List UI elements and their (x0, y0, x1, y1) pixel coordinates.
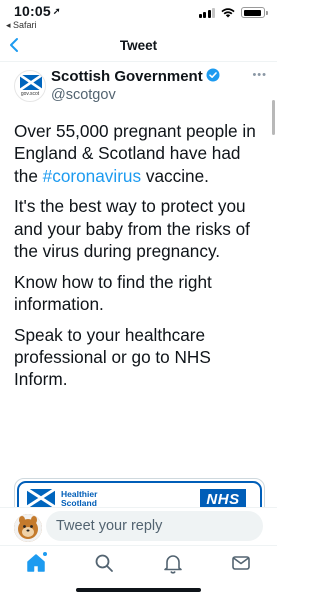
tweet-paragraph: It's the best way to protect you and you… (14, 196, 250, 261)
avatar-caption: gov.scot (20, 91, 40, 97)
author-handle[interactable]: @scotgov (51, 87, 116, 103)
search-icon (95, 554, 113, 572)
new-content-dot (42, 551, 48, 557)
tweet-paragraph: Speak to your healthcare professional or… (14, 324, 211, 390)
page-title: Tweet (119, 38, 158, 53)
signal-icon (198, 7, 215, 18)
saltire-flag-icon (27, 489, 55, 507)
author-avatar[interactable]: gov.scot (14, 70, 46, 102)
battery-level-fill (243, 9, 261, 16)
tweet-text-span: vaccine. (141, 165, 209, 186)
healthier-scotland-logo: Healthier Scotland (61, 490, 97, 507)
tweet-paragraph: Over 55,000 pregnant people in England &… (14, 120, 269, 187)
author-name-text: Scottish Government (51, 68, 203, 85)
brand-line: Scotland (61, 497, 97, 508)
user-avatar-icon (14, 514, 42, 542)
scrollbar[interactable] (272, 100, 275, 135)
back-to-app-link[interactable]: ◂ Safari (6, 20, 37, 31)
notifications-icon (164, 555, 182, 574)
tab-home[interactable] (25, 551, 48, 574)
reply-input[interactable]: Tweet your reply (46, 511, 263, 541)
verified-badge-icon (206, 68, 220, 82)
tab-search[interactable] (93, 552, 115, 574)
wifi-icon (221, 7, 235, 17)
tweet-author: gov.scot Scottish Government @scotgov ••… (14, 68, 267, 108)
location-arrow-icon: ➚ (52, 6, 61, 16)
author-name[interactable]: Scottish Government (51, 68, 220, 85)
battery-icon (241, 7, 268, 18)
tweet-paragraph: Know how to find the right information. (14, 271, 212, 315)
tweet-text: Over 55,000 pregnant people in England &… (14, 120, 269, 399)
status-bar: 10:05 ➚ ◂ Safari (0, 0, 277, 32)
home-indicator (76, 588, 201, 592)
reply-bar: Tweet your reply (0, 507, 277, 545)
status-time: 10:05 ➚ (14, 3, 61, 19)
status-indicators (198, 7, 268, 18)
saltire-flag-icon (20, 75, 42, 90)
tab-bar (0, 545, 277, 600)
nav-bar: Tweet (0, 32, 277, 62)
tab-notifications[interactable] (162, 552, 184, 574)
tab-messages[interactable] (230, 552, 252, 574)
more-options-icon[interactable]: ••• (252, 69, 267, 81)
hashtag-link[interactable]: #coronavirus (43, 166, 141, 186)
user-avatar[interactable] (14, 514, 42, 542)
messages-icon (232, 556, 250, 570)
